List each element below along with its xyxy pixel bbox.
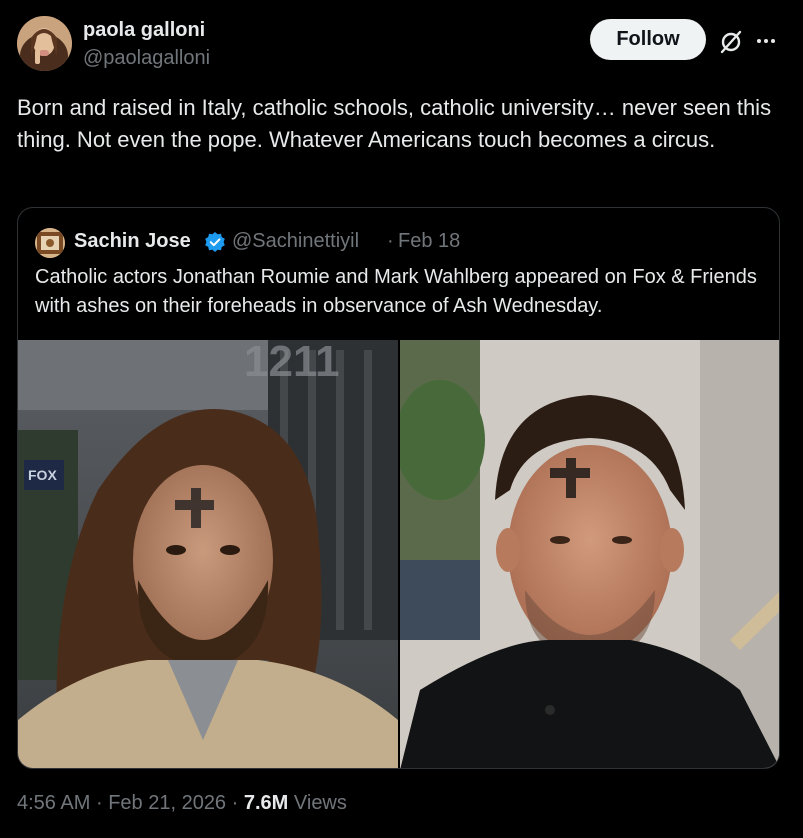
quote-author-name[interactable]: Sachin Jose (74, 230, 191, 253)
author-avatar[interactable] (17, 16, 72, 71)
views-label: Views (293, 792, 347, 814)
follow-button[interactable]: Follow (590, 19, 706, 60)
grok-icon[interactable] (717, 28, 745, 56)
meta-separator: · (95, 792, 103, 814)
quote-separator: · (387, 230, 394, 252)
author-name[interactable]: paola galloni (83, 19, 205, 42)
tweet-meta: 4:56 AM · Feb 21, 2026 · 7.6M Views (17, 792, 347, 815)
tweet-time[interactable]: 4:56 AM (17, 792, 90, 814)
author-handle[interactable]: @paolagalloni (83, 47, 210, 70)
quote-text: Catholic actors Jonathan Roumie and Mark… (35, 266, 757, 317)
photo-sign-text: FOX (28, 467, 57, 483)
quote-photo-left[interactable]: 1211 FOX (18, 340, 398, 768)
quote-author-avatar[interactable] (35, 228, 65, 258)
views-count[interactable]: 7.6M (244, 792, 288, 814)
more-icon[interactable] (755, 30, 777, 52)
tweet-text: Born and raised in Italy, catholic schoo… (17, 95, 772, 152)
photo-building-text: 1211 (244, 340, 339, 386)
verified-badge-icon (204, 231, 226, 253)
meta-separator: · (231, 792, 239, 814)
quote-date[interactable]: Feb 18 (398, 230, 460, 253)
quote-author-handle[interactable]: @Sachinettiyil (232, 230, 359, 253)
tweet-header: paola galloni @paolagalloni Follow (17, 16, 787, 74)
tweet-date[interactable]: Feb 21, 2026 (108, 792, 226, 814)
quoted-tweet[interactable]: Sachin Jose @Sachinettiyil · Feb 18 Cath… (17, 207, 780, 769)
quote-photo-right[interactable] (400, 340, 779, 768)
